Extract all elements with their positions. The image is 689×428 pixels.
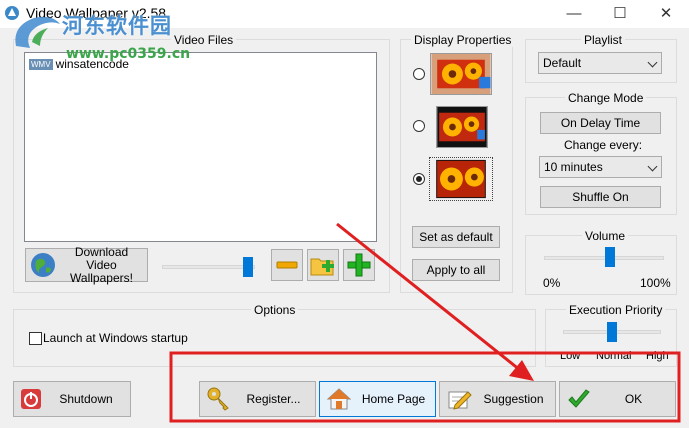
- set-as-default-button[interactable]: Set as default: [412, 226, 500, 248]
- ok-label: OK: [624, 392, 643, 406]
- display-mode-radio-2[interactable]: [413, 120, 425, 132]
- volume-knob[interactable]: [604, 247, 615, 267]
- video-files-label: Video Files: [171, 33, 237, 47]
- wmv-file-icon: WMV: [29, 58, 53, 70]
- add-file-button[interactable]: [343, 249, 375, 281]
- radio-selected-dot: [416, 176, 422, 182]
- register-button[interactable]: Register...: [199, 381, 316, 417]
- playlist-value: Default: [543, 56, 582, 70]
- shutdown-button[interactable]: Shutdown: [13, 381, 131, 417]
- file-slider-knob[interactable]: [242, 257, 253, 277]
- apply-to-all-button[interactable]: Apply to all: [412, 259, 500, 281]
- suggestion-label: Suggestion: [483, 392, 544, 406]
- fit-mode-thumbnail[interactable]: [436, 106, 488, 148]
- home-page-label: Home Page: [361, 392, 426, 406]
- priority-knob[interactable]: [607, 322, 617, 342]
- display-mode-radio-1[interactable]: [413, 68, 425, 80]
- change-mode-label: Change Mode: [565, 91, 647, 105]
- file-slider-track[interactable]: [162, 265, 255, 269]
- volume-min-label: 0%: [543, 276, 561, 290]
- chevron-down-icon: [647, 161, 658, 172]
- execution-priority-label: Execution Priority: [566, 303, 666, 317]
- playlist-label: Playlist: [581, 33, 626, 47]
- priority-high-label: High: [646, 350, 669, 362]
- change-every-value: 10 minutes: [544, 160, 603, 174]
- note-pencil-icon: [448, 391, 472, 410]
- options-label: Options: [251, 303, 299, 317]
- video-file-list[interactable]: WMV winsatencode: [24, 52, 377, 242]
- chevron-down-icon: [647, 57, 658, 68]
- close-button[interactable]: ✕: [643, 0, 689, 28]
- watermark-url: www.pc0359.cn: [66, 46, 191, 62]
- key-icon: [207, 387, 229, 411]
- remove-file-button[interactable]: [271, 249, 303, 281]
- priority-low-label: Low: [560, 350, 581, 362]
- launch-startup-label: Launch at Windows startup: [43, 331, 188, 345]
- volume-max-label: 100%: [640, 276, 671, 290]
- watermark-site-name: 河东软件园: [62, 14, 172, 38]
- home-page-button[interactable]: Home Page: [319, 381, 436, 417]
- checkmark-icon: [568, 389, 590, 408]
- minimize-button[interactable]: —: [551, 0, 597, 28]
- suggestion-button[interactable]: Suggestion: [439, 381, 556, 417]
- register-label: Register...: [246, 392, 301, 406]
- add-folder-button[interactable]: [307, 249, 339, 281]
- volume-label: Volume: [582, 229, 629, 243]
- home-icon: [326, 388, 352, 410]
- maximize-button[interactable]: ☐: [597, 0, 643, 28]
- launch-startup-checkbox[interactable]: [29, 332, 42, 345]
- fill-mode-thumbnail[interactable]: [429, 157, 493, 201]
- shutdown-label: Shutdown: [59, 392, 113, 406]
- plus-icon: [347, 253, 371, 277]
- folder-add-icon: [310, 258, 334, 276]
- change-every-label: Change every:: [564, 138, 643, 152]
- stretch-mode-thumbnail[interactable]: [430, 53, 492, 95]
- globe-icon: [31, 253, 55, 277]
- display-properties-label: Display Properties: [411, 33, 515, 47]
- download-label: Download Video Wallpapers!: [70, 244, 133, 285]
- playlist-select[interactable]: Default: [538, 52, 662, 74]
- display-mode-radio-3[interactable]: [413, 173, 425, 185]
- priority-normal-label: Normal: [596, 350, 632, 362]
- ok-button[interactable]: OK: [559, 381, 676, 417]
- change-every-select[interactable]: 10 minutes: [539, 156, 662, 178]
- watermark-logo: [15, 16, 61, 48]
- on-delay-time-button[interactable]: On Delay Time: [540, 112, 661, 134]
- download-wallpapers-button[interactable]: Download Video Wallpapers!: [25, 244, 148, 285]
- shuffle-button[interactable]: Shuffle On: [540, 186, 661, 208]
- minus-icon: [276, 261, 298, 269]
- power-icon: [21, 389, 41, 409]
